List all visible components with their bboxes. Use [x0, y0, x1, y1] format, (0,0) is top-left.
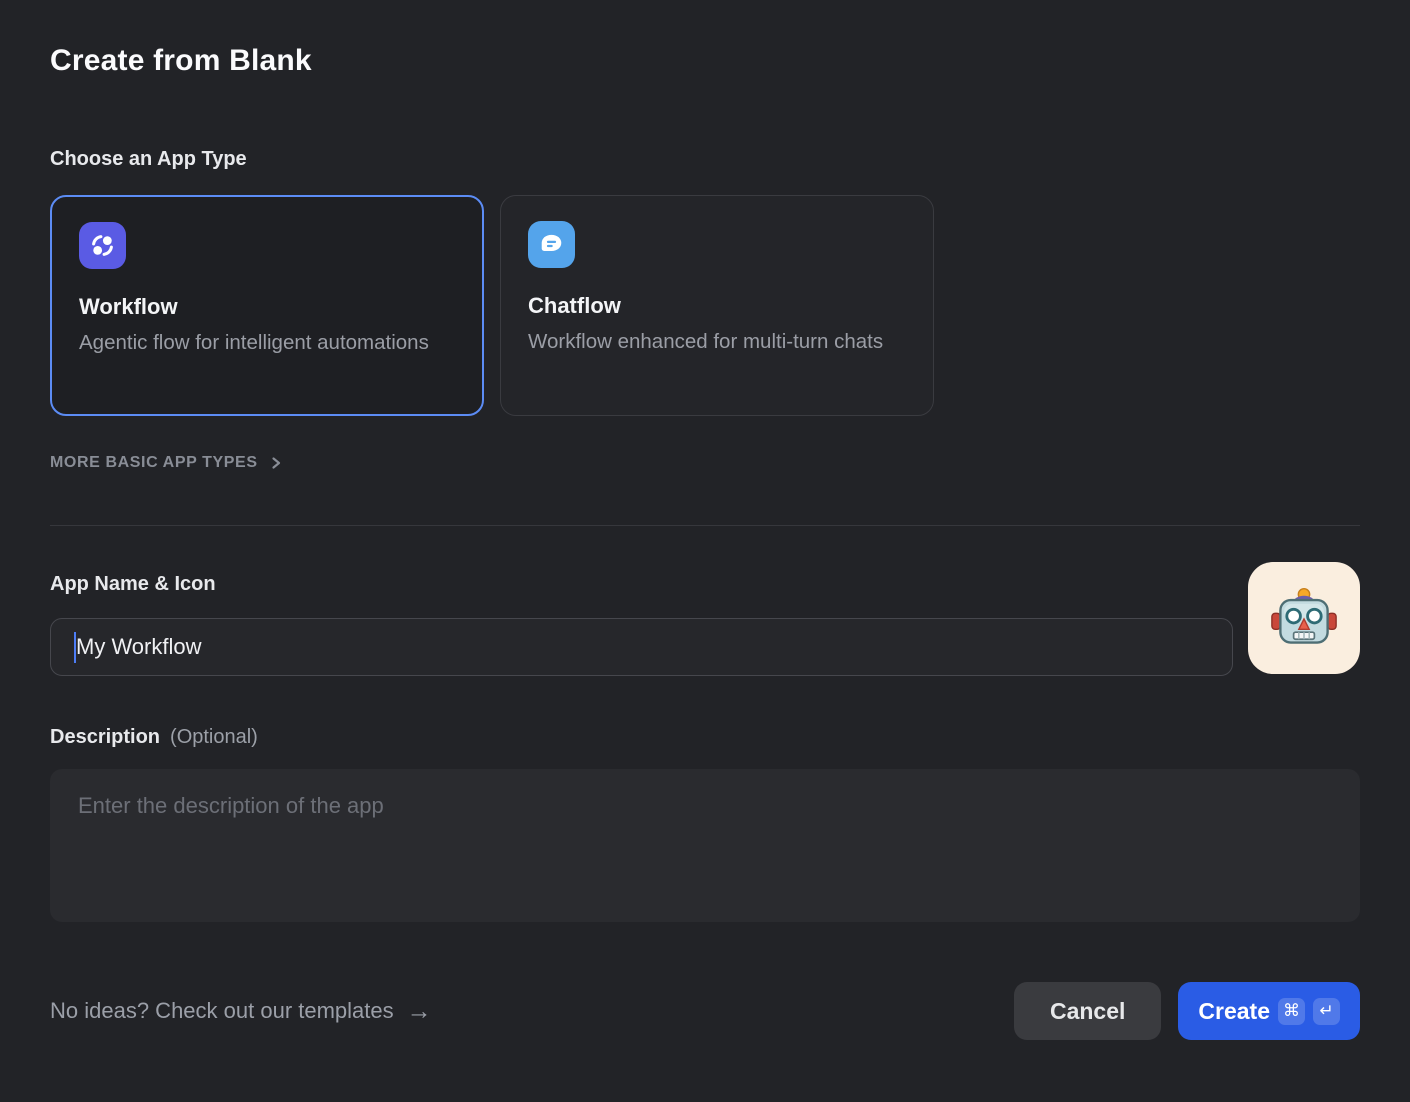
- app-name-input[interactable]: [50, 618, 1233, 676]
- check-templates-link[interactable]: No ideas? Check out our templates →: [50, 998, 432, 1024]
- chatflow-card-description: Workflow enhanced for multi-turn chats: [528, 326, 906, 358]
- dialog-title: Create from Blank: [50, 42, 1360, 80]
- create-app-dialog: Create from Blank Choose an App Type Wor…: [0, 0, 1410, 1102]
- app-icon-picker[interactable]: [1248, 562, 1360, 674]
- cmd-key-icon: ⌘: [1278, 998, 1305, 1025]
- app-name-section-label: App Name & Icon: [50, 571, 1360, 597]
- robot-emoji-icon: [1270, 584, 1338, 652]
- app-name-section: App Name & Icon: [50, 571, 1360, 676]
- create-button[interactable]: Create ⌘ ↵: [1178, 982, 1360, 1040]
- check-templates-label: No ideas? Check out our templates: [50, 998, 394, 1024]
- enter-key-icon: ↵: [1313, 998, 1340, 1025]
- app-type-cards: Workflow Agentic flow for intelligent au…: [50, 195, 1360, 416]
- description-label: Description: [50, 724, 160, 750]
- chatflow-card-title: Chatflow: [528, 293, 906, 319]
- more-basic-app-types-link[interactable]: MORE BASIC APP TYPES: [50, 454, 283, 472]
- section-divider: [50, 525, 1360, 526]
- text-cursor: [74, 632, 76, 663]
- description-label-row: Description (Optional): [50, 724, 1360, 750]
- more-basic-app-types-label: MORE BASIC APP TYPES: [50, 454, 258, 472]
- workflow-card-title: Workflow: [79, 294, 455, 320]
- description-section: Description (Optional): [50, 724, 1360, 922]
- chat-bubble-icon: [528, 221, 575, 268]
- arrow-right-icon: →: [407, 999, 432, 1024]
- workflow-icon: [79, 222, 126, 269]
- dialog-footer: No ideas? Check out our templates → Canc…: [50, 982, 1360, 1040]
- app-name-input-wrap: [50, 618, 1233, 676]
- app-type-card-workflow[interactable]: Workflow Agentic flow for intelligent au…: [50, 195, 484, 416]
- app-type-card-chatflow[interactable]: Chatflow Workflow enhanced for multi-tur…: [500, 195, 934, 416]
- workflow-card-description: Agentic flow for intelligent automations: [79, 327, 455, 359]
- create-button-label: Create: [1198, 998, 1270, 1025]
- cancel-button[interactable]: Cancel: [1014, 982, 1161, 1040]
- description-textarea[interactable]: [50, 769, 1360, 922]
- description-optional-hint: (Optional): [170, 726, 258, 749]
- app-type-section-label: Choose an App Type: [50, 146, 1360, 172]
- chevron-right-icon: [269, 456, 283, 470]
